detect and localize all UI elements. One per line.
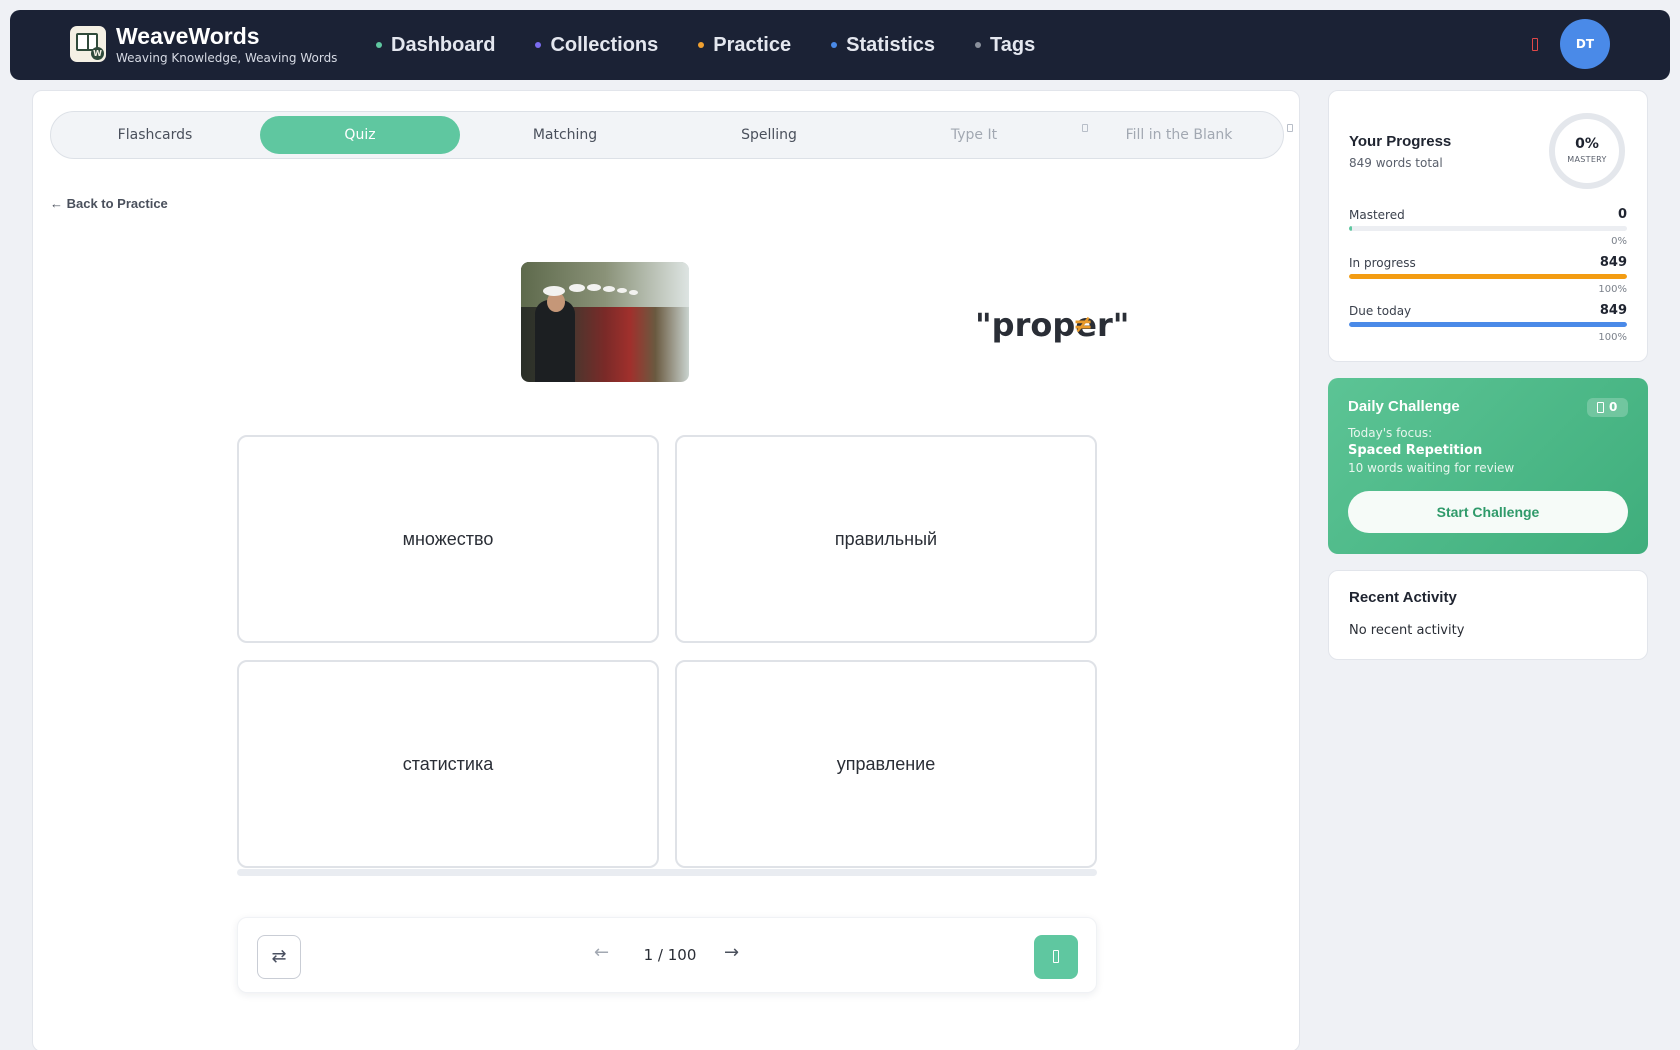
quiz-term: "proper ≠ " xyxy=(975,306,1129,344)
recent-activity-card: Recent Activity No recent activity xyxy=(1328,570,1648,660)
brand-subtitle: Weaving Knowledge, Weaving Words xyxy=(116,51,338,65)
nav-item-collections[interactable]: Collections xyxy=(535,34,658,57)
stat-label: Due today xyxy=(1349,304,1412,318)
mastery-label: MASTERY xyxy=(1567,155,1607,164)
tab-fill-in-the-blank[interactable]: Fill in the Blank xyxy=(1079,116,1279,154)
answer-option-2[interactable]: правильный xyxy=(675,435,1097,643)
brand-title[interactable]: WeaveWords xyxy=(116,23,260,50)
stat-fill xyxy=(1349,226,1352,231)
nav-item-label: Dashboard xyxy=(391,33,496,56)
activity-empty-text: No recent activity xyxy=(1349,623,1465,638)
main-nav: Dashboard Collections Practice Statistic… xyxy=(376,10,1075,80)
stat-value: 0 xyxy=(1617,207,1627,222)
lock-icon xyxy=(1053,950,1059,963)
practice-panel: Flashcards Quiz Matching Spelling Type I… xyxy=(32,90,1300,1050)
arrow-left-icon[interactable]: ← xyxy=(594,942,609,963)
stat-label: In progress xyxy=(1349,256,1416,270)
tab-flashcards[interactable]: Flashcards xyxy=(55,116,255,154)
bell-icon[interactable] xyxy=(1532,38,1538,51)
nav-item-label: Practice xyxy=(713,33,792,56)
tab-matching[interactable]: Matching xyxy=(465,116,665,154)
stat-fill xyxy=(1349,322,1627,327)
nav-item-statistics[interactable]: Statistics xyxy=(831,34,935,57)
nav-dot-icon xyxy=(698,42,705,48)
swap-icon[interactable]: ⇄ xyxy=(257,935,301,979)
stat-percent: 100% xyxy=(1598,332,1627,343)
top-navbar: W WeaveWords Weaving Knowledge, Weaving … xyxy=(10,10,1670,80)
progress-title: Your Progress xyxy=(1349,133,1452,150)
pronounce-icon[interactable]: ≠ xyxy=(1073,310,1093,338)
answer-option-3[interactable]: статистика xyxy=(237,660,659,868)
nav-item-practice[interactable]: Practice xyxy=(698,34,791,57)
progress-card: Your Progress 849 words total 0% MASTERY… xyxy=(1328,90,1648,362)
challenge-description: 10 words waiting for review xyxy=(1348,461,1515,475)
stat-value: 849 xyxy=(1599,255,1627,270)
question-counter: 1 / 100 xyxy=(643,946,697,964)
challenge-title: Daily Challenge xyxy=(1348,398,1460,415)
arrow-right-icon[interactable]: → xyxy=(724,942,739,963)
challenge-focus-name: Spaced Repetition xyxy=(1348,443,1483,458)
avatar[interactable]: DT xyxy=(1560,19,1610,69)
nav-dot-icon xyxy=(535,42,542,48)
term-close-quote: " xyxy=(1112,306,1130,344)
stat-percent: 0% xyxy=(1611,236,1627,247)
tab-quiz[interactable]: Quiz xyxy=(260,116,460,154)
nav-item-tags[interactable]: Tags xyxy=(975,34,1035,57)
nav-dot-icon xyxy=(975,42,982,48)
mastery-percent: 0% xyxy=(1575,136,1599,152)
progress-subtitle: 849 words total xyxy=(1349,156,1443,170)
streak-badge: 0 xyxy=(1587,398,1628,417)
mode-tabs: Flashcards Quiz Matching Spelling Type I… xyxy=(50,111,1293,159)
back-to-practice-link[interactable]: ← Back to Practice xyxy=(50,196,168,211)
start-challenge-button[interactable]: Start Challenge xyxy=(1348,491,1628,533)
nav-item-label: Collections xyxy=(550,33,659,56)
submit-button[interactable] xyxy=(1034,935,1078,979)
nav-dot-icon xyxy=(831,42,838,48)
tab-type-it[interactable]: Type It xyxy=(874,116,1074,154)
stat-value: 849 xyxy=(1599,303,1627,318)
nav-item-label: Tags xyxy=(990,33,1036,56)
daily-challenge-card: Daily Challenge 0 Today's focus: Spaced … xyxy=(1328,378,1648,554)
book-icon[interactable]: W xyxy=(70,26,106,62)
nav-item-dashboard[interactable]: Dashboard xyxy=(376,34,495,57)
word-image xyxy=(521,262,689,382)
stat-percent: 100% xyxy=(1598,284,1627,295)
stat-label: Mastered xyxy=(1349,208,1405,222)
challenge-focus-label: Today's focus: xyxy=(1348,426,1433,440)
quiz-controls: ⇄ ← 1 / 100 → xyxy=(237,917,1097,993)
lock-icon xyxy=(1287,124,1293,132)
quiz-progress-bar xyxy=(237,869,1097,876)
nav-item-label: Statistics xyxy=(846,33,936,56)
answer-option-4[interactable]: управление xyxy=(675,660,1097,868)
activity-title: Recent Activity xyxy=(1349,589,1457,606)
tab-spelling[interactable]: Spelling xyxy=(669,116,869,154)
nav-dot-icon xyxy=(376,42,382,48)
stat-fill xyxy=(1349,274,1627,279)
answer-option-1[interactable]: множество xyxy=(237,435,659,643)
mastery-ring: 0% MASTERY xyxy=(1549,113,1625,189)
